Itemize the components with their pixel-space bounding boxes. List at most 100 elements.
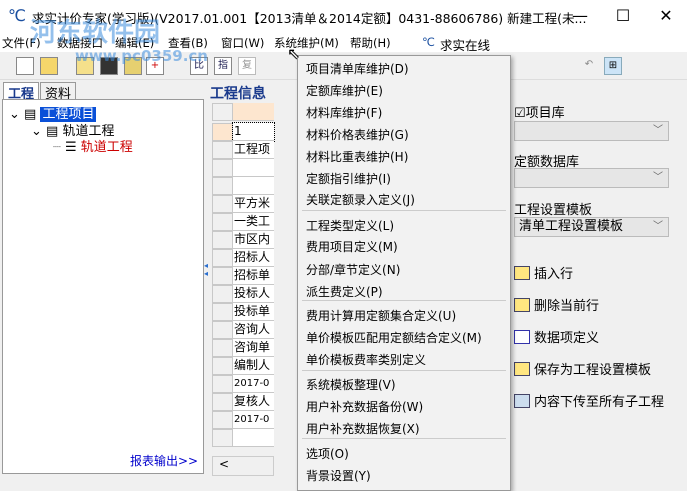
insert-row-button[interactable]: 插入行 [514, 263, 573, 282]
row-header[interactable] [212, 159, 233, 177]
grid-cell[interactable]: 市区内 [233, 231, 274, 249]
menu-item[interactable]: 费用项目定义(M) [306, 238, 398, 255]
list-icon [514, 330, 530, 344]
grid-cell[interactable]: 招标人 [233, 249, 274, 267]
row-header[interactable] [212, 303, 233, 321]
delete-row-button[interactable]: 删除当前行 [514, 295, 599, 314]
row-header[interactable] [212, 393, 233, 411]
grid-cell[interactable]: 投标单 [233, 303, 274, 321]
menu-item[interactable]: 单价模板费率类别定义 [306, 351, 426, 368]
tab-project[interactable]: 工程 [3, 82, 40, 102]
row-header[interactable] [212, 339, 233, 357]
menu-item[interactable]: 工程类型定义(L) [306, 217, 394, 234]
project-lib-checkbox[interactable]: ☑项目库 [514, 102, 565, 121]
menu-item[interactable]: 材料库维护(F) [306, 104, 382, 121]
row-header[interactable] [212, 411, 233, 429]
tab-project-info[interactable]: 工程信息 [210, 83, 266, 103]
grid-cell[interactable]: 平方米 [233, 195, 274, 213]
menu-item[interactable]: 派生费定义(P) [306, 283, 383, 300]
open-folder-icon[interactable] [40, 57, 58, 75]
save-template-icon [514, 362, 530, 376]
maximize-button[interactable]: ☐ [603, 4, 643, 28]
menu-item[interactable]: 用户补充数据恢复(X) [306, 420, 420, 437]
menu-item[interactable]: 定额指引维护(I) [306, 170, 391, 187]
menu-item[interactable]: 材料比重表维护(H) [306, 148, 408, 165]
grid-cell[interactable]: 投标人 [233, 285, 274, 303]
grid-cell[interactable]: 2017-0 [233, 411, 274, 429]
grid-cell[interactable] [233, 177, 274, 195]
new-file-icon[interactable] [16, 57, 34, 75]
menu-item[interactable]: 关联定额录入定义(J) [306, 191, 415, 208]
report-output-link[interactable]: 报表输出>> [130, 452, 198, 469]
row-header[interactable] [212, 249, 233, 267]
index-icon[interactable]: 指 [214, 57, 232, 75]
define-data-items-button[interactable]: 数据项定义 [514, 327, 599, 346]
row-header[interactable] [212, 231, 233, 249]
grid-cell[interactable]: 编制人 [233, 357, 274, 375]
row-header[interactable] [212, 141, 233, 159]
menu-item[interactable]: 选项(O) [306, 445, 349, 462]
menu-item[interactable]: 系统模板整理(V) [306, 376, 396, 393]
grid-cell[interactable]: 咨询单 [233, 339, 274, 357]
grid-cell[interactable]: 一类工 [233, 213, 274, 231]
close-button[interactable]: ✕ [646, 4, 686, 28]
system-maintenance-menu: 项目清单库维护(D) 定额库维护(E) 材料库维护(F) 材料价格表维护(G) 材料比重… [297, 55, 511, 491]
menu-help[interactable]: 帮助(H) [350, 35, 391, 51]
horizontal-scrollbar[interactable]: < [212, 456, 274, 476]
tree-label: 轨道工程 [80, 140, 133, 155]
grid-cell[interactable] [233, 429, 274, 447]
chevron-down-icon: ﹀ [653, 172, 663, 183]
grid-cell[interactable]: 工程项 [233, 141, 274, 159]
row-header[interactable] [212, 429, 233, 447]
menu-item[interactable]: 项目清单库维护(D) [306, 60, 409, 77]
row-header[interactable] [212, 267, 233, 285]
row-header[interactable] [212, 375, 233, 393]
menu-item[interactable]: 用户补充数据备份(W) [306, 398, 423, 415]
row-header[interactable] [212, 285, 233, 303]
grid-cell[interactable]: 2017-0 [233, 375, 274, 393]
chevron-down-icon: ⌄ [31, 124, 47, 139]
row-header[interactable] [212, 103, 233, 121]
row-header[interactable] [212, 321, 233, 339]
tree-view-icon[interactable]: ⊞ [604, 57, 622, 75]
menu-window[interactable]: 窗口(W) [221, 35, 264, 51]
minimize-button[interactable]: — [560, 4, 600, 28]
grid-cell[interactable]: 咨询人 [233, 321, 274, 339]
menu-item[interactable]: 背景设置(Y) [306, 467, 371, 484]
grid-cell[interactable] [233, 103, 274, 121]
menu-separator [302, 370, 506, 371]
menu-item[interactable]: 费用计算用定额集合定义(U) [306, 307, 456, 324]
grid-cell[interactable]: 招标单 [233, 267, 274, 285]
quota-db-select[interactable]: ﹀ [514, 168, 669, 188]
template-select[interactable]: 清单工程设置模板 ﹀ [514, 217, 669, 237]
row-header[interactable] [212, 177, 233, 195]
grid-cell[interactable]: 复核人 [233, 393, 274, 411]
grid-cell[interactable] [233, 159, 274, 177]
tree-node-subunit[interactable]: ┈ ☰ 轨道工程 [53, 136, 133, 155]
project-lib-select[interactable]: ﹀ [514, 121, 669, 141]
action-label: 删除当前行 [534, 299, 600, 314]
row-header[interactable] [212, 195, 233, 213]
tab-materials[interactable]: 资料 [40, 82, 77, 102]
save-template-button[interactable]: 保存为工程设置模板 [514, 359, 651, 378]
checkbox-label: 项目库 [525, 106, 565, 121]
undo-icon[interactable]: ↶ [580, 57, 598, 75]
row-header[interactable] [212, 357, 233, 375]
menu-item[interactable]: 定额库维护(E) [306, 82, 383, 99]
template-value: 清单工程设置模板 [519, 219, 624, 234]
copy-icon[interactable]: 复 [238, 57, 256, 75]
project-tree: ⌄ ▤ 工程项目 ⌄ ▤ 轨道工程 ┈ ☰ 轨道工程 [2, 99, 204, 474]
row-header[interactable] [212, 123, 233, 141]
chevron-down-icon: ﹀ [653, 125, 663, 136]
menu-item[interactable]: 分部/章节定义(N) [306, 261, 400, 278]
splitter-handle[interactable]: ◂ ◂ [204, 262, 208, 278]
menu-item[interactable]: 单价模板匹配用定额结合定义(M) [306, 329, 482, 346]
menu-item[interactable]: 材料价格表维护(G) [306, 126, 409, 143]
watermark-url: www.pc0359.cn [75, 47, 208, 65]
row-header[interactable] [212, 213, 233, 231]
mouse-cursor-icon: ⇖ [287, 44, 301, 63]
grid-cell[interactable]: 1 [232, 122, 275, 142]
menu-system-maintenance[interactable]: 系统维护(M) [274, 35, 339, 51]
push-to-subprojects-button[interactable]: 内容下传至所有子工程 [514, 391, 664, 410]
push-down-icon [514, 394, 530, 408]
